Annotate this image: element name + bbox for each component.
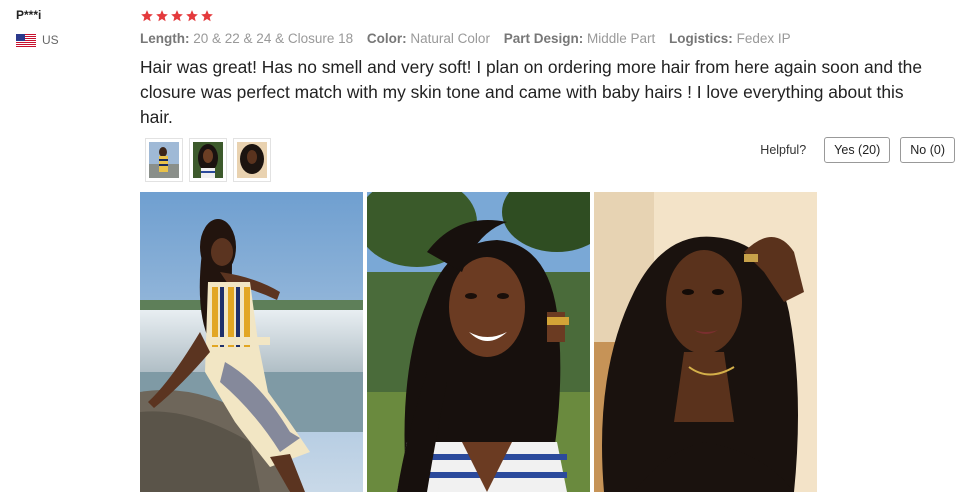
option-part-design: Part Design: Middle Part	[503, 31, 656, 46]
review-text: Hair was great! Has no smell and very so…	[140, 57, 923, 127]
customer-photo-indoor[interactable]	[594, 192, 817, 492]
star-icon	[141, 10, 153, 22]
photo-thumbnails	[145, 138, 271, 182]
photo-2-thumbnail[interactable]	[189, 138, 227, 182]
option-color: Color: Natural Color	[366, 31, 490, 46]
star-icon	[201, 10, 213, 22]
us-flag-icon	[16, 33, 36, 47]
helpful-no-button[interactable]: No (0)	[900, 137, 955, 163]
customer-photo-waterfall[interactable]	[140, 192, 363, 492]
customer-photo-outdoor[interactable]	[367, 192, 590, 492]
country-code: US	[42, 33, 59, 47]
review-body: Length: 20 & 22 & 24 & Closure 18 Color:…	[140, 6, 960, 130]
option-length: Length: 20 & 22 & 24 & Closure 18	[140, 31, 354, 46]
photo-3-thumbnail[interactable]	[233, 138, 271, 182]
helpful-label: Helpful?	[760, 143, 807, 157]
star-rating	[140, 6, 960, 26]
star-icon	[156, 10, 168, 22]
reviewer-info: P***i US	[16, 8, 126, 47]
star-icon	[186, 10, 198, 22]
star-icon	[171, 10, 183, 22]
product-options: Length: 20 & 22 & 24 & Closure 18 Color:…	[140, 31, 960, 46]
photo-1-thumbnail[interactable]	[145, 138, 183, 182]
reviewer-country: US	[16, 33, 126, 47]
review-photos	[140, 192, 817, 492]
helpful-yes-button[interactable]: Yes (20)	[824, 137, 891, 163]
helpful-vote: Helpful? Yes (20) No (0)	[760, 137, 955, 163]
option-logistics: Logistics: Fedex IP	[669, 31, 791, 46]
reviewer-name: P***i	[16, 8, 42, 22]
